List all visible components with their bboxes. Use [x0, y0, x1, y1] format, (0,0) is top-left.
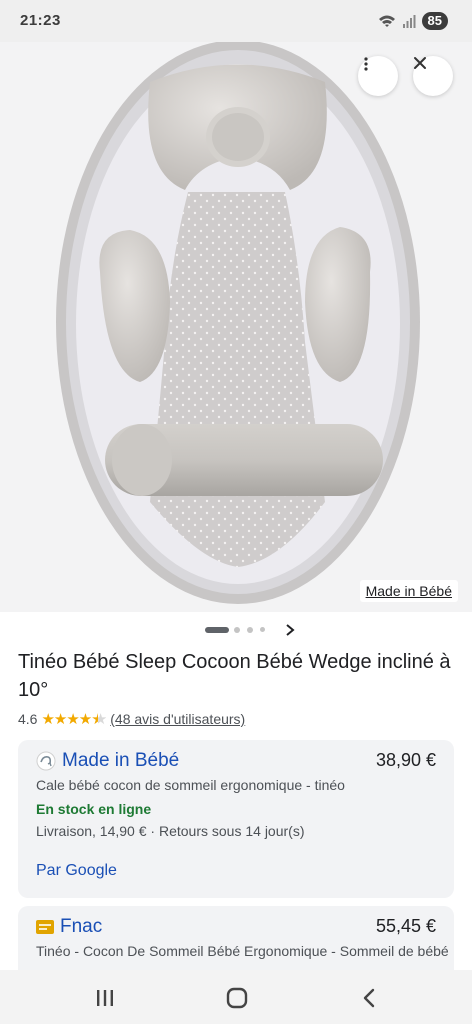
rating-value: 4.6 [18, 711, 38, 727]
close-icon [414, 57, 426, 69]
seller-name[interactable]: Fnac [60, 916, 102, 938]
star-rating-icon: ★★★★★★ [41, 711, 107, 728]
home-button[interactable] [223, 984, 251, 1012]
signal-icon [402, 15, 416, 28]
recent-apps-icon [97, 990, 113, 1006]
seller-name-row[interactable]: Fnac [36, 916, 102, 938]
home-icon [226, 987, 248, 1009]
more-options-icon [364, 57, 368, 71]
product-rating: 4.6 ★★★★★★ (48 avis d'utilisateurs) [18, 710, 245, 728]
separator-dot: · [150, 823, 159, 839]
stock-status: En stock en ligne [36, 801, 152, 817]
seller-name-row[interactable]: Made in Bébé [36, 750, 179, 772]
reviews-link[interactable]: (48 avis d'utilisateurs) [110, 711, 245, 727]
delivery-info: Livraison, 14,90 € · Retours sous 14 jou… [36, 823, 305, 839]
more-options-button[interactable] [358, 56, 398, 96]
back-button[interactable] [355, 984, 383, 1012]
chevron-right-icon[interactable] [284, 623, 296, 637]
battery-icon: 85 [421, 12, 448, 30]
navigation-bar [0, 970, 472, 1024]
product-image [56, 42, 420, 604]
seller-logo-icon [36, 751, 56, 771]
delivery-cost: Livraison, 14,90 € [36, 823, 147, 839]
offer-description: Tinéo - Cocon De Sommeil Bébé Ergonomiqu… [36, 943, 449, 959]
image-pager [0, 620, 472, 640]
pager-dot[interactable] [234, 627, 240, 633]
offer-price: 38,90 € [375, 750, 436, 770]
seller-logo-icon [36, 920, 54, 934]
back-icon [363, 988, 375, 1008]
by-google-link[interactable]: Par Google [36, 862, 117, 880]
pager-dot[interactable] [247, 627, 253, 633]
pager-dot[interactable] [260, 627, 265, 632]
pager-dot-active[interactable] [205, 627, 229, 633]
offer-price: 55,45 € [375, 916, 436, 936]
returns-policy: Retours sous 14 jour(s) [158, 823, 305, 839]
offer-card[interactable]: Made in Bébé 38,90 € Cale bébé cocon de … [18, 740, 454, 898]
image-source-link[interactable]: Made in Bébé [359, 580, 458, 602]
offer-description: Cale bébé cocon de sommeil ergonomique -… [36, 777, 345, 793]
status-icons: 85 [378, 12, 448, 30]
status-bar: 21:23 85 [0, 0, 472, 42]
product-title: Tinéo Bébé Sleep Cocoon Bébé Wedge incli… [18, 651, 451, 701]
recent-apps-button[interactable] [91, 984, 119, 1012]
seller-name[interactable]: Made in Bébé [62, 750, 179, 772]
wifi-icon [378, 15, 395, 27]
status-time: 21:23 [20, 12, 61, 29]
product-image-viewer[interactable]: Made in Bébé [0, 42, 472, 612]
close-button[interactable] [413, 56, 453, 96]
